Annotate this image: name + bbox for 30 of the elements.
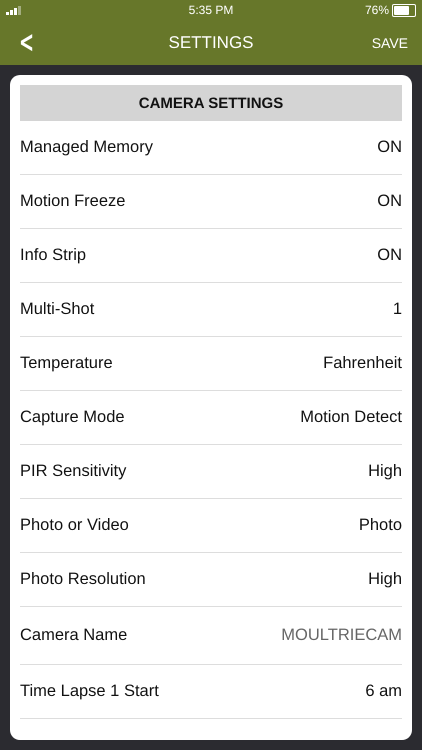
setting-value[interactable]: High [368,570,402,589]
setting-label: Capture Mode [20,408,125,427]
setting-value[interactable]: Fahrenheit [323,354,402,373]
setting-label: Temperature [20,354,113,373]
screen-title: SETTINGS [168,32,254,52]
setting-value[interactable]: ON [377,246,402,265]
setting-label: Photo Resolution [20,570,146,589]
clock-time: 5:35 PM [188,3,234,17]
setting-label: Multi-Shot [20,300,94,319]
setting-label: Info Strip [20,246,86,265]
camera-name-field[interactable]: MOULTRIECAM [202,626,402,645]
setting-value[interactable]: Photo [358,516,402,535]
back-button[interactable]: < [19,28,34,58]
setting-label: Camera Name [20,626,128,645]
setting-label: PIR Sensitivity [20,462,126,481]
signal-icon [6,6,22,14]
setting-value[interactable]: ON [377,192,402,211]
battery-icon [392,4,416,16]
setting-label: Managed Memory [20,138,153,157]
setting-value[interactable]: High [368,462,402,481]
save-button[interactable]: SAVE [372,34,408,50]
setting-value[interactable]: 1 [392,300,402,319]
setting-value[interactable]: 6 am [365,682,402,701]
setting-value[interactable]: Motion Detect [300,408,402,427]
setting-value[interactable]: ON [377,138,402,157]
section-header: CAMERA SETTINGS [20,85,402,121]
setting-label: Motion Freeze [20,192,126,211]
setting-label: Photo or Video [20,516,129,535]
setting-label: Time Lapse 1 Start [20,682,159,701]
battery-percent: 76% [364,3,390,17]
